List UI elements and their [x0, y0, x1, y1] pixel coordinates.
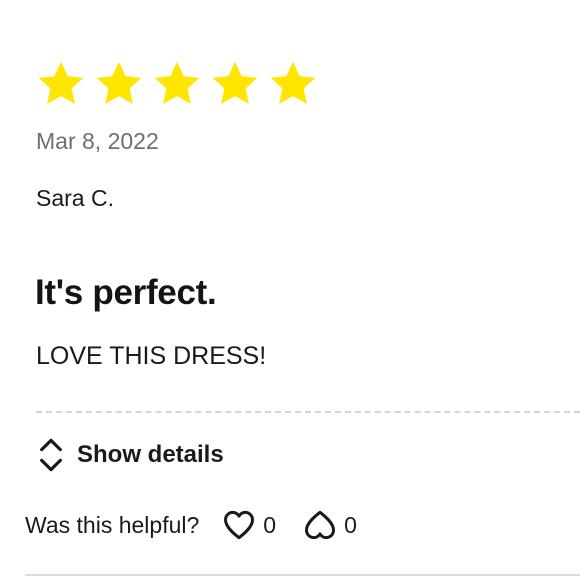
show-details-button[interactable]: Show details [35, 436, 224, 474]
chevron-up-down-icon [35, 436, 67, 474]
star-icon [209, 58, 267, 112]
show-details-label: Show details [77, 441, 224, 468]
review-title: It's perfect. [35, 273, 217, 312]
star-rating [35, 58, 325, 112]
helpful-label: Was this helpful? [25, 511, 200, 538]
helpful-no-count: 0 [344, 511, 357, 538]
review-body: LOVE THIS DRESS! [36, 342, 267, 370]
review-author: Sara C. [36, 185, 114, 211]
helpful-yes-button[interactable]: 0 [221, 507, 276, 543]
star-icon [267, 58, 325, 112]
review-date: Mar 8, 2022 [36, 128, 159, 154]
helpful-row: Was this helpful? 0 0 [25, 507, 383, 543]
star-icon [35, 58, 93, 112]
divider [36, 411, 580, 413]
divider [25, 574, 580, 576]
helpful-yes-count: 0 [263, 511, 277, 538]
heart-icon [221, 507, 257, 543]
star-icon [151, 58, 209, 112]
heart-down-icon [302, 507, 338, 543]
star-icon [93, 58, 151, 112]
helpful-no-button[interactable]: 0 [302, 507, 357, 543]
